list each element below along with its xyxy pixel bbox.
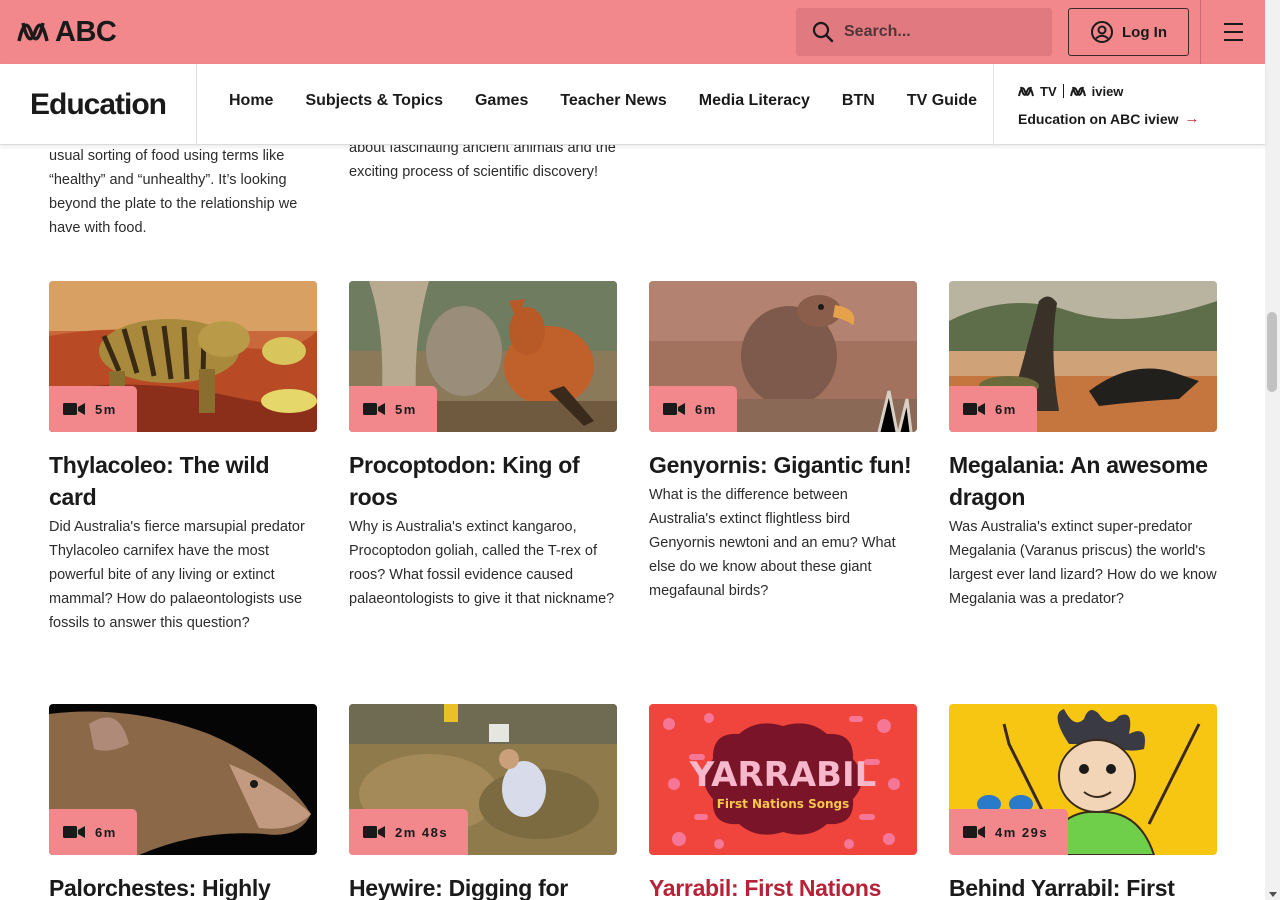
login-label: Log In: [1122, 23, 1167, 41]
duration-text: 5m: [95, 401, 117, 417]
video-card-procoptodon[interactable]: 5m Procoptodon: King of roos Why is Aust…: [349, 281, 617, 611]
card-description: usual sorting of food using terms like “…: [49, 148, 298, 236]
duration-text: 6m: [995, 401, 1017, 417]
login-button[interactable]: Log In: [1068, 8, 1189, 56]
section-brand[interactable]: Education: [30, 88, 167, 122]
video-card-megalania[interactable]: 6m Megalania: An awesome dragon Was Aust…: [949, 281, 1217, 611]
logo-separator: [1062, 84, 1064, 98]
yarrabil-image: YARRABIL First Nations Songs: [649, 704, 917, 855]
video-card-behind-yarrabil[interactable]: 4m 29s Behind Yarrabil: First: [949, 704, 1217, 900]
abc-tv-logo-text: TV: [1040, 83, 1057, 99]
abc-iview-logo-text: iview: [1091, 83, 1124, 99]
user-icon: [1091, 21, 1113, 43]
section-nav: Education Home Subjects & Topics Games T…: [0, 64, 1265, 145]
search-box[interactable]: [796, 8, 1052, 56]
duration-badge: 6m: [949, 386, 1037, 432]
video-card-palorchestes[interactable]: 6m Palorchestes: Highly: [49, 704, 317, 900]
video-thumbnail[interactable]: 6m: [49, 704, 317, 855]
global-header: ABC Log In: [0, 0, 1265, 64]
section-nav-links: Home Subjects & Topics Games Teacher New…: [213, 92, 993, 110]
video-camera-icon: [63, 403, 85, 415]
card-title[interactable]: Genyornis: Gigantic fun!: [649, 449, 917, 481]
video-card-genyornis[interactable]: 6m Genyornis: Gigantic fun! What is the …: [649, 281, 917, 603]
yarrabil-logo-subtitle: First Nations Songs: [717, 797, 850, 811]
search-icon: [812, 21, 834, 43]
abc-tv-iview-logos: TV iview: [1018, 83, 1200, 99]
nav-divider: [993, 64, 994, 145]
abc-logo-text: ABC: [55, 15, 117, 48]
menu-divider: [1200, 0, 1201, 64]
scroll-down-arrow-icon[interactable]: [1269, 892, 1277, 897]
iview-link-label: Education on ABC iview: [1018, 110, 1179, 127]
duration-badge: 6m: [649, 386, 737, 432]
duration-badge: 6m: [49, 809, 137, 855]
card-title[interactable]: Megalania: An awesome dragon: [949, 449, 1217, 513]
nav-link-teacher-news[interactable]: Teacher News: [544, 92, 682, 110]
duration-text: 4m 29s: [995, 824, 1049, 840]
duration-badge: 2m 48s: [349, 809, 469, 855]
nav-link-games[interactable]: Games: [459, 92, 544, 110]
video-camera-icon: [963, 826, 985, 838]
nav-link-media-literacy[interactable]: Media Literacy: [683, 92, 826, 110]
scrollbar-thumb[interactable]: [1267, 312, 1277, 392]
card-title[interactable]: Behind Yarrabil: First: [949, 872, 1217, 900]
iview-link[interactable]: Education on ABC iview →: [1018, 110, 1200, 127]
arrow-right-icon: →: [1184, 110, 1200, 127]
card-title[interactable]: Yarrabil: First Nations: [649, 872, 917, 900]
duration-text: 6m: [695, 401, 717, 417]
video-card-thylacoleo[interactable]: 5m Thylacoleo: The wild card Did Austral…: [49, 281, 317, 635]
video-thumbnail[interactable]: 4m 29s: [949, 704, 1217, 855]
video-camera-icon: [363, 403, 385, 415]
card-description: Was Australia's extinct super-predator M…: [949, 519, 1217, 607]
video-camera-icon: [663, 403, 685, 415]
card-description: What is the difference between Australia…: [649, 487, 896, 599]
video-card-heywire[interactable]: 2m 48s Heywire: Digging for: [349, 704, 617, 900]
video-camera-icon: [363, 826, 385, 838]
card-description: Why is Australia's extinct kangaroo, Pro…: [349, 519, 615, 607]
video-thumbnail[interactable]: 5m: [49, 281, 317, 432]
nav-link-home[interactable]: Home: [213, 92, 289, 110]
video-thumbnail[interactable]: 2m 48s: [349, 704, 617, 855]
duration-badge: 5m: [349, 386, 437, 432]
abc-tv-logo-icon: [1018, 86, 1034, 96]
video-thumbnail[interactable]: YARRABIL First Nations Songs: [649, 704, 917, 855]
card-title[interactable]: Thylacoleo: The wild card: [49, 449, 317, 513]
duration-badge: 5m: [49, 386, 137, 432]
iview-promo[interactable]: TV iview Education on ABC iview →: [1018, 83, 1200, 128]
nav-divider: [196, 64, 197, 145]
video-card-yarrabil[interactable]: YARRABIL First Nations Songs Yarrabil: F…: [649, 704, 917, 900]
abc-logo[interactable]: ABC: [17, 15, 117, 48]
duration-text: 2m 48s: [395, 824, 449, 840]
duration-text: 6m: [95, 824, 117, 840]
yarrabil-logo-text: YARRABIL: [689, 755, 877, 795]
abc-lissajous-icon: [17, 22, 49, 42]
card-description: Did Australia's fierce marsupial predato…: [49, 519, 305, 631]
card-title[interactable]: Palorchestes: Highly: [49, 872, 317, 900]
search-input[interactable]: [844, 23, 1034, 41]
page-scrollbar[interactable]: [1265, 0, 1280, 900]
abc-iview-logo-icon: [1069, 86, 1086, 96]
nav-link-btn[interactable]: BTN: [826, 92, 891, 110]
video-thumbnail[interactable]: 5m: [349, 281, 617, 432]
video-thumbnail[interactable]: 6m: [949, 281, 1217, 432]
card-title[interactable]: Procoptodon: King of roos: [349, 449, 617, 513]
video-thumbnail[interactable]: 6m: [649, 281, 917, 432]
hamburger-menu-icon[interactable]: [1214, 20, 1252, 44]
video-camera-icon: [963, 403, 985, 415]
duration-badge: 4m 29s: [949, 809, 1069, 855]
nav-link-subjects-topics[interactable]: Subjects & Topics: [289, 92, 459, 110]
nav-link-tv-guide[interactable]: TV Guide: [891, 92, 993, 110]
card-title[interactable]: Heywire: Digging for: [349, 872, 617, 900]
duration-text: 5m: [395, 401, 417, 417]
video-camera-icon: [63, 826, 85, 838]
